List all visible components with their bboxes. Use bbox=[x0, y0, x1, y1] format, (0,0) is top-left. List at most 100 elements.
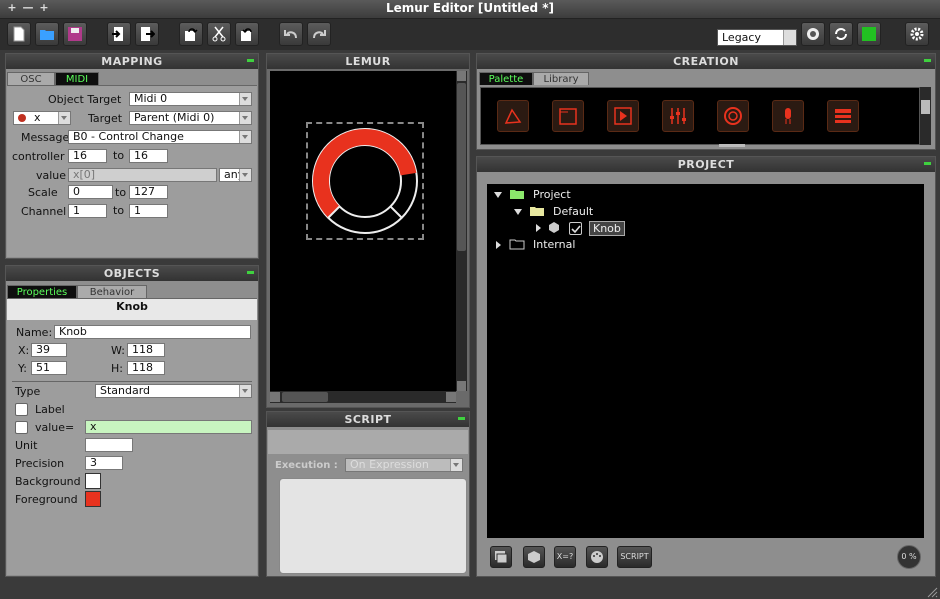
open-button[interactable] bbox=[35, 22, 59, 46]
background-color-swatch[interactable] bbox=[85, 473, 101, 489]
unit-input[interactable] bbox=[85, 438, 133, 452]
label-checkbox[interactable] bbox=[15, 403, 28, 416]
container-palette-button[interactable] bbox=[552, 100, 584, 132]
objects-panel: OBJECTS Properties Behavior Knob Name: K… bbox=[5, 265, 259, 577]
type-select[interactable]: Standard bbox=[95, 384, 252, 398]
expand-down-icon[interactable] bbox=[513, 207, 523, 217]
controller-from-input[interactable]: 16 bbox=[68, 149, 107, 163]
import-icon bbox=[112, 27, 123, 41]
save-button[interactable] bbox=[63, 22, 87, 46]
resize-grip-icon[interactable] bbox=[926, 586, 938, 598]
duplicate-button[interactable] bbox=[179, 22, 203, 46]
expand-down-icon[interactable] bbox=[493, 190, 503, 200]
execution-select[interactable]: On Expression bbox=[345, 458, 463, 472]
w-input[interactable]: 118 bbox=[127, 343, 165, 357]
tree-project[interactable]: Project bbox=[533, 188, 571, 201]
knob-selection[interactable] bbox=[306, 122, 424, 240]
vertical-scrollbar[interactable] bbox=[456, 71, 467, 391]
sync-button[interactable] bbox=[829, 22, 853, 46]
undo-button[interactable] bbox=[279, 22, 303, 46]
y-input[interactable]: 51 bbox=[31, 361, 67, 375]
expand-right-icon[interactable] bbox=[493, 240, 503, 250]
project-panel: PROJECT Project Default Knob Internal X=… bbox=[476, 156, 936, 577]
h-input[interactable]: 118 bbox=[127, 361, 165, 375]
mapping-panel: MAPPING OSC MIDI Object Target Midi 0 x … bbox=[5, 53, 259, 259]
channel-from-input[interactable]: 1 bbox=[68, 204, 107, 218]
cut-button[interactable] bbox=[207, 22, 231, 46]
scale-from-input[interactable]: 0 bbox=[68, 185, 113, 199]
tab-behavior[interactable]: Behavior bbox=[77, 285, 147, 298]
foreground-color-swatch[interactable] bbox=[85, 491, 101, 507]
lemur-device-button[interactable] bbox=[801, 22, 825, 46]
lemur-title: LEMUR bbox=[267, 54, 469, 69]
scroll-thumb[interactable] bbox=[282, 392, 328, 402]
add-expression-button[interactable]: X=? bbox=[554, 546, 576, 568]
palette-scrollbar[interactable] bbox=[920, 87, 931, 145]
lemur-canvas[interactable] bbox=[270, 71, 456, 391]
add-object-button[interactable] bbox=[523, 546, 545, 568]
add-script-button[interactable]: SCRIPT bbox=[617, 546, 652, 568]
controller-to-input[interactable]: 16 bbox=[129, 149, 168, 163]
variable-select[interactable]: x bbox=[13, 111, 71, 125]
chevron-down-icon bbox=[450, 459, 462, 471]
duplicate-icon bbox=[185, 28, 198, 41]
knob-visible-checkbox[interactable] bbox=[569, 222, 582, 235]
object-header: Knob bbox=[7, 298, 257, 321]
tab-library[interactable]: Library bbox=[533, 72, 589, 85]
minimize-icon[interactable] bbox=[247, 271, 254, 274]
minimize-icon[interactable] bbox=[247, 59, 254, 62]
script-title: SCRIPT bbox=[267, 412, 469, 427]
tab-properties[interactable]: Properties bbox=[7, 285, 77, 298]
tree-internal[interactable]: Internal bbox=[533, 238, 575, 251]
multiball-palette-button[interactable] bbox=[497, 100, 529, 132]
minimize-icon[interactable] bbox=[924, 59, 931, 62]
faders-palette-button[interactable] bbox=[662, 100, 694, 132]
add-midi-button[interactable] bbox=[586, 546, 608, 568]
save-icon bbox=[68, 27, 82, 41]
palette-drag-handle[interactable] bbox=[719, 144, 745, 147]
menu-palette-button[interactable] bbox=[827, 100, 859, 132]
script-editor[interactable] bbox=[279, 478, 467, 574]
value-any-select[interactable]: any bbox=[219, 168, 252, 182]
led-palette-button[interactable] bbox=[772, 100, 804, 132]
value-checkbox[interactable] bbox=[15, 421, 28, 434]
device-icon bbox=[807, 28, 819, 40]
tree-interface-default[interactable]: Default bbox=[553, 205, 593, 218]
redo-button[interactable] bbox=[307, 22, 331, 46]
paste-button[interactable] bbox=[235, 22, 259, 46]
tree-object-knob[interactable]: Knob bbox=[589, 221, 625, 236]
scale-to-input[interactable]: 127 bbox=[129, 185, 168, 199]
channel-to-input[interactable]: 1 bbox=[129, 204, 168, 218]
settings-button[interactable] bbox=[905, 22, 929, 46]
minimize-icon[interactable] bbox=[924, 162, 931, 165]
horizontal-scrollbar[interactable] bbox=[270, 391, 456, 403]
pads-palette-button[interactable] bbox=[607, 100, 639, 132]
tab-palette[interactable]: Palette bbox=[479, 72, 533, 85]
add-interface-button[interactable] bbox=[490, 546, 512, 568]
message-select[interactable]: B0 - Control Change bbox=[68, 130, 252, 144]
pads-icon bbox=[614, 107, 632, 125]
tab-osc[interactable]: OSC bbox=[7, 72, 55, 85]
menu-icon bbox=[835, 109, 851, 123]
target-select[interactable]: Parent (Midi 0) bbox=[129, 111, 252, 125]
object-target-select[interactable]: Midi 0 bbox=[129, 92, 252, 106]
precision-input[interactable]: 3 bbox=[85, 456, 123, 470]
tab-midi[interactable]: MIDI bbox=[55, 72, 99, 85]
connection-status-button[interactable] bbox=[857, 22, 881, 46]
new-file-icon bbox=[13, 26, 25, 42]
scroll-thumb[interactable] bbox=[457, 83, 466, 251]
check-icon bbox=[571, 225, 581, 234]
value-expression-input[interactable]: x[0] bbox=[68, 168, 217, 182]
minimize-icon[interactable] bbox=[458, 417, 465, 420]
name-input[interactable]: Knob bbox=[54, 325, 251, 339]
import-button[interactable] bbox=[107, 22, 131, 46]
x-input[interactable]: 39 bbox=[31, 343, 67, 357]
knob-palette-button[interactable] bbox=[717, 100, 749, 132]
export-button[interactable] bbox=[135, 22, 159, 46]
new-file-button[interactable] bbox=[7, 22, 31, 46]
scale-to-label: to bbox=[115, 186, 127, 199]
mode-select[interactable]: Legacy bbox=[717, 29, 797, 46]
expand-right-icon[interactable] bbox=[533, 223, 543, 233]
knob-widget[interactable] bbox=[308, 124, 422, 238]
value-eq-input[interactable]: x bbox=[85, 420, 252, 434]
